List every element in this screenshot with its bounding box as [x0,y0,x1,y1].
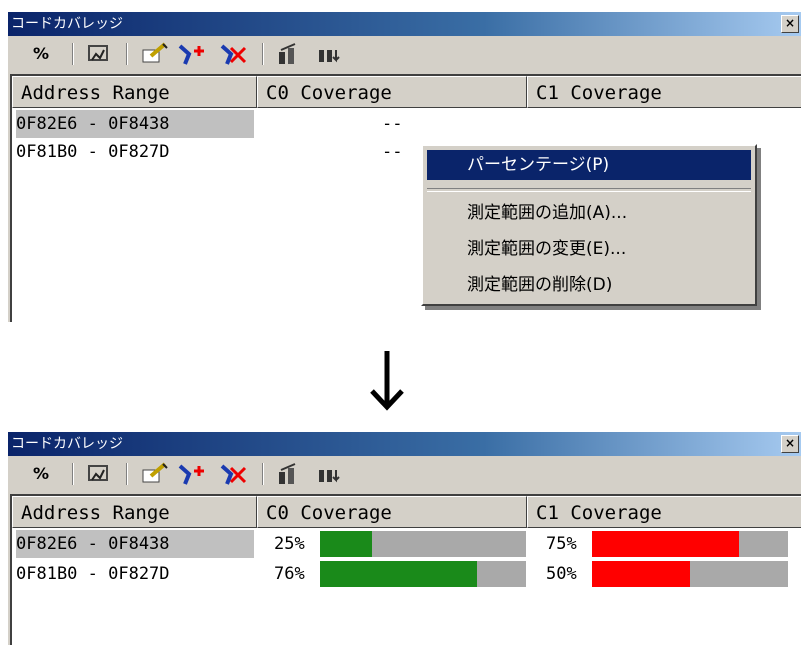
toolbar-separator [72,463,74,485]
code-coverage-window-after: コードカバレッジ × % Address Range C0 Coverage C… [8,432,801,645]
percent-button[interactable]: % [28,462,54,486]
c1-percent-label: 50% [546,564,577,584]
toolbar-separator [126,43,128,65]
down-arrow-icon [370,351,404,411]
percent-button[interactable]: % [28,42,54,66]
toolbar-separator [262,43,264,65]
title-bar[interactable]: コードカバレッジ × [8,432,801,456]
column-header-c0-coverage[interactable]: C0 Coverage [257,496,527,528]
toolbar-separator [126,463,128,485]
edit-range-icon[interactable] [140,42,170,66]
toolbar: % [8,36,801,72]
c1-percent-label: 75% [546,534,577,554]
menu-separator [427,188,751,192]
c1-coverage-fill [592,531,739,557]
menu-item-change-range[interactable]: 測定範囲の変更(E)... [427,234,751,264]
column-header-c1-coverage[interactable]: C1 Coverage [527,496,801,528]
edit-range-icon[interactable] [140,462,170,486]
add-range-icon[interactable] [176,42,206,66]
coverage-icon[interactable] [84,462,114,486]
table-row-address[interactable]: 0F82E6 - 0F8438 [16,110,254,138]
search-icon[interactable] [314,462,344,486]
column-header-c1-coverage[interactable]: C1 Coverage [527,76,801,108]
c0-coverage-fill [320,561,477,587]
menu-item-delete-range[interactable]: 測定範囲の削除(D) [427,270,751,300]
coverage-list[interactable]: Address Range C0 Coverage C1 Coverage 0F… [10,494,801,645]
c0-percent-label: 25% [274,534,305,554]
context-menu: パーセンテージ(P) 測定範囲の追加(A)... 測定範囲の変更(E)... 測… [421,144,757,306]
table-row-address[interactable]: 0F82E6 - 0F8438 [16,530,254,558]
delete-range-icon[interactable] [218,462,248,486]
close-button[interactable]: × [781,15,799,33]
go-to-icon[interactable] [274,462,304,486]
title-bar[interactable]: コードカバレッジ × [8,12,801,36]
table-row-address[interactable]: 0F81B0 - 0F827D [16,560,170,588]
table-cell-c0: -- [382,114,403,134]
search-icon[interactable] [314,42,344,66]
column-header-address-range[interactable]: Address Range [12,496,257,528]
menu-item-percentage[interactable]: パーセンテージ(P) [427,150,751,180]
table-row-address[interactable]: 0F81B0 - 0F827D [16,138,170,166]
c1-coverage-fill [592,561,690,587]
window-title: コードカバレッジ [11,436,123,452]
c1-coverage-bar [592,561,788,587]
column-header-address-range[interactable]: Address Range [12,76,257,108]
go-to-icon[interactable] [274,42,304,66]
add-range-icon[interactable] [176,462,206,486]
coverage-icon[interactable] [84,42,114,66]
c0-coverage-bar [320,531,526,557]
window-title: コードカバレッジ [11,16,123,32]
menu-item-add-range[interactable]: 測定範囲の追加(A)... [427,198,751,228]
toolbar-separator [72,43,74,65]
c1-coverage-bar [592,531,788,557]
close-button[interactable]: × [781,435,799,453]
c0-percent-label: 76% [274,564,305,584]
delete-range-icon[interactable] [218,42,248,66]
column-header-c0-coverage[interactable]: C0 Coverage [257,76,527,108]
table-cell-c0: -- [382,142,403,162]
c0-coverage-bar [320,561,526,587]
c0-coverage-fill [320,531,372,557]
toolbar-separator [262,463,264,485]
toolbar: % [8,456,801,492]
